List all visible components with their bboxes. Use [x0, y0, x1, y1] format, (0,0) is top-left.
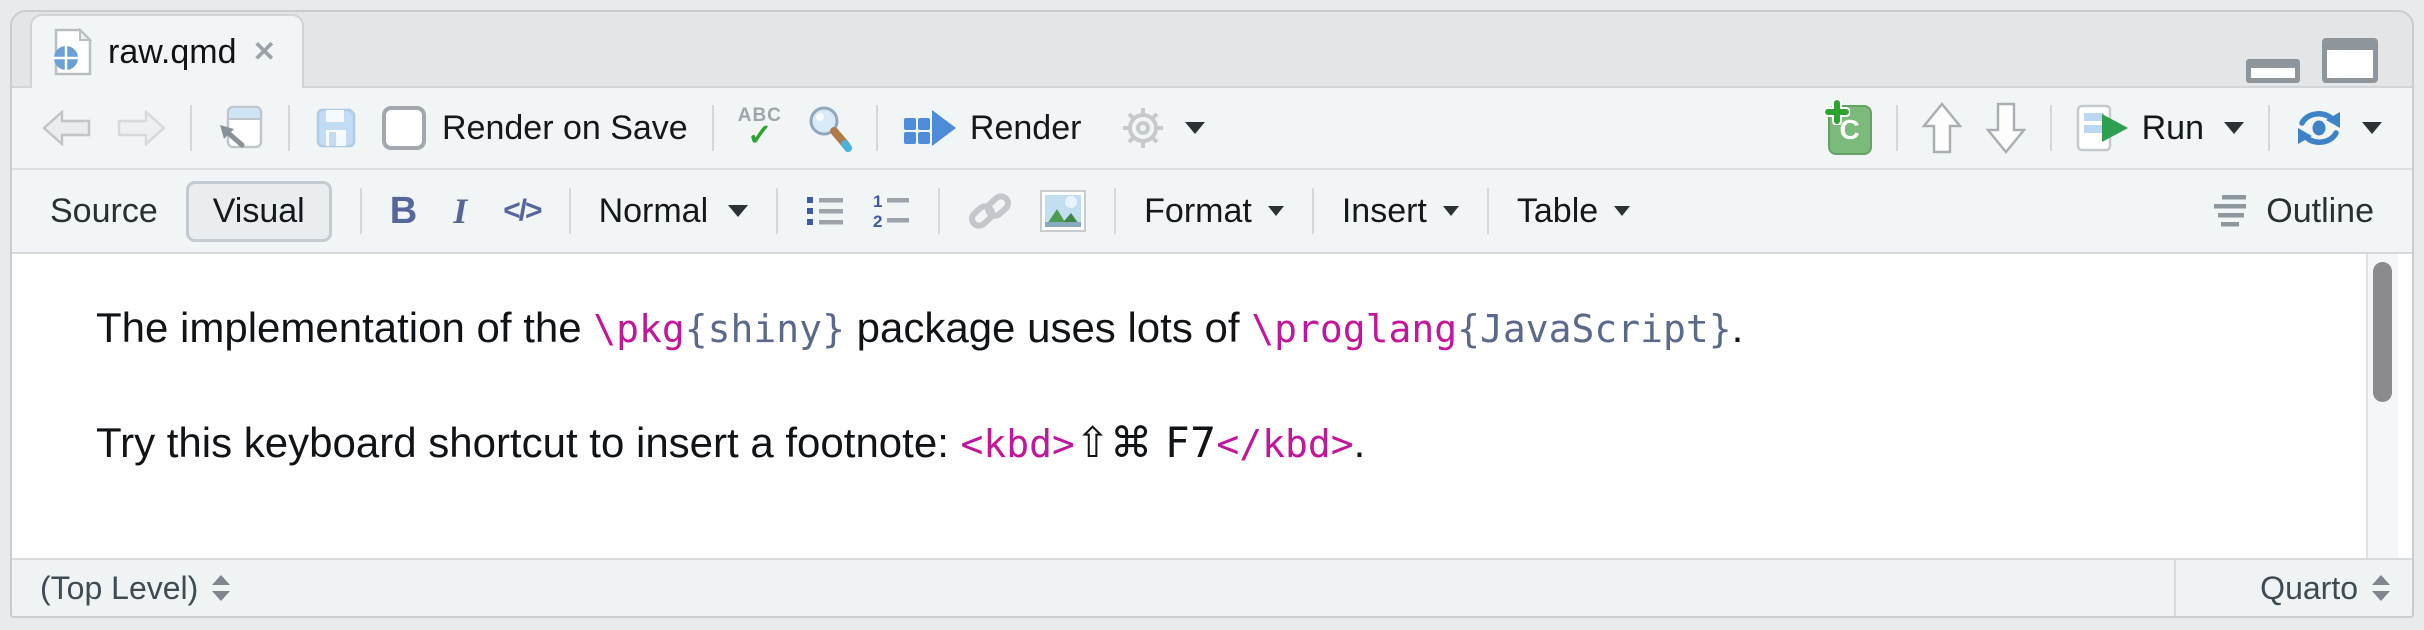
paragraph-style-value: Normal — [599, 192, 709, 231]
back-icon[interactable] — [42, 110, 92, 146]
spellcheck-icon[interactable]: ABC ✓ — [738, 106, 782, 151]
text-run: . — [1354, 419, 1366, 466]
rerun-button[interactable] — [2294, 104, 2382, 152]
vertical-scrollbar[interactable] — [2366, 254, 2398, 558]
tab-title: raw.qmd — [108, 33, 237, 72]
outline-icon — [2212, 193, 2252, 229]
render-label: Render — [970, 109, 1082, 148]
link-icon[interactable] — [968, 190, 1012, 232]
format-menu[interactable]: Format — [1144, 192, 1284, 231]
raw-latex-argument: {shiny} — [685, 307, 845, 351]
chunk-down-icon[interactable] — [1986, 102, 2026, 154]
run-button[interactable]: Run — [2076, 104, 2244, 152]
chevron-down-icon — [1185, 122, 1205, 134]
maximize-icon[interactable] — [2322, 38, 2378, 83]
toolbar-separator — [1312, 188, 1314, 234]
inline-code-button[interactable]: </> — [503, 194, 540, 228]
up-down-arrows-icon — [2370, 572, 2392, 604]
toolbar-separator — [360, 188, 362, 234]
quarto-file-icon — [52, 28, 92, 76]
svg-text:2: 2 — [873, 212, 882, 229]
toolbar-separator — [1114, 188, 1116, 234]
status-bar: (Top Level) Quarto — [12, 558, 2412, 616]
text-run: . — [1732, 304, 1744, 351]
toolbar-separator — [712, 105, 714, 151]
toolbar-separator — [288, 105, 290, 151]
chevron-down-icon — [1614, 206, 1630, 216]
raw-latex-command: \proglang — [1251, 307, 1457, 351]
toolbar-separator — [2050, 105, 2052, 151]
toolbar-separator — [1896, 105, 1898, 151]
source-pane-window: raw.qmd ✕ — [10, 10, 2414, 618]
rerun-icon — [2294, 104, 2344, 152]
toolbar-separator — [1487, 188, 1489, 234]
insert-menu[interactable]: Insert — [1342, 192, 1459, 231]
pane-window-controls — [2246, 38, 2378, 83]
run-label: Run — [2142, 109, 2204, 148]
italic-button[interactable]: I — [453, 190, 467, 232]
plus-badge-icon — [1824, 99, 1850, 125]
chevron-down-icon — [2224, 122, 2244, 134]
render-on-save-label: Render on Save — [442, 109, 688, 148]
numbered-list-icon[interactable]: 1 2 — [872, 193, 910, 229]
chevron-down-icon — [1268, 206, 1284, 216]
save-icon[interactable] — [314, 106, 358, 150]
raw-html-tag: <kbd> — [961, 422, 1075, 466]
render-on-save-toggle[interactable]: Render on Save — [382, 106, 688, 150]
table-menu[interactable]: Table — [1517, 192, 1630, 231]
tab-raw-qmd[interactable]: raw.qmd ✕ — [30, 14, 304, 88]
chevron-down-icon — [2362, 122, 2382, 134]
raw-latex-argument: {JavaScript} — [1457, 307, 1732, 351]
scope-label: (Top Level) — [40, 570, 198, 607]
insert-chunk-icon[interactable]: C — [1826, 101, 1872, 155]
text-run: Try this keyboard shortcut to insert a f… — [96, 419, 961, 466]
svg-text:1: 1 — [873, 193, 882, 211]
paragraph-style-dropdown[interactable]: Normal — [599, 192, 749, 231]
bullet-list-icon[interactable] — [806, 194, 844, 228]
run-icon — [2076, 104, 2130, 152]
bold-button[interactable]: B — [390, 190, 417, 233]
source-mode-button[interactable]: Source — [50, 192, 158, 231]
toolbar-separator — [776, 188, 778, 234]
toolbar-separator — [2268, 105, 2270, 151]
format-toolbar: Source Visual B I </> Normal 1 2 — [12, 170, 2412, 254]
search-icon[interactable] — [806, 104, 852, 152]
paragraph: Try this keyboard shortcut to insert a f… — [96, 417, 2292, 470]
visual-editor-canvas[interactable]: The implementation of the \pkg{shiny} pa… — [12, 254, 2412, 558]
toolbar-separator — [569, 188, 571, 234]
scope-selector[interactable]: (Top Level) — [12, 560, 2174, 616]
chevron-down-icon — [728, 205, 748, 217]
render-on-save-checkbox[interactable] — [382, 106, 426, 150]
tab-bar: raw.qmd ✕ — [12, 12, 2412, 88]
open-in-new-window-icon[interactable] — [216, 103, 264, 153]
forward-icon[interactable] — [116, 110, 166, 146]
up-down-arrows-icon — [210, 572, 232, 604]
scrollbar-thumb[interactable] — [2373, 262, 2392, 402]
language-mode-label: Quarto — [2260, 570, 2358, 607]
keyboard-shortcut: ⇧⌘ F7 — [1075, 418, 1216, 467]
outline-toggle-button[interactable]: Outline — [2212, 192, 2374, 231]
toolbar-separator — [876, 105, 878, 151]
chunk-up-icon[interactable] — [1922, 102, 1962, 154]
gear-icon — [1119, 104, 1167, 152]
chevron-down-icon — [1443, 206, 1459, 216]
toolbar-separator — [190, 105, 192, 151]
toolbar-separator — [938, 188, 940, 234]
image-icon[interactable] — [1040, 190, 1086, 232]
raw-html-tag: </kbd> — [1216, 422, 1353, 466]
render-button[interactable]: Render — [902, 106, 1082, 150]
close-icon[interactable]: ✕ — [253, 38, 276, 66]
paragraph: The implementation of the \pkg{shiny} pa… — [96, 302, 2292, 355]
raw-latex-command: \pkg — [593, 307, 685, 351]
main-toolbar: Render on Save ABC ✓ — [12, 88, 2412, 170]
minimize-icon[interactable] — [2246, 59, 2300, 83]
text-run: package uses lots of — [845, 304, 1251, 351]
language-mode-selector[interactable]: Quarto — [2174, 560, 2412, 616]
render-icon — [902, 106, 958, 150]
visual-mode-button[interactable]: Visual — [186, 181, 332, 242]
text-run: The implementation of the — [96, 304, 593, 351]
render-options-button[interactable] — [1119, 104, 1205, 152]
